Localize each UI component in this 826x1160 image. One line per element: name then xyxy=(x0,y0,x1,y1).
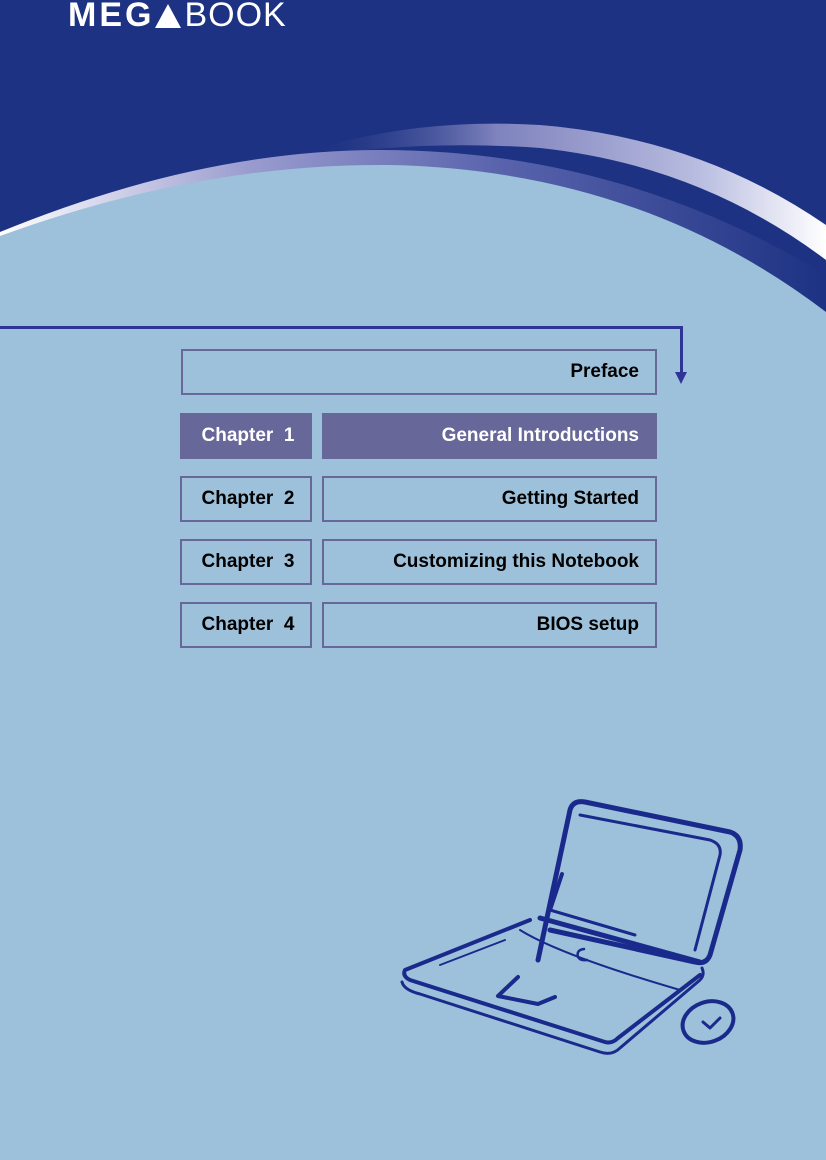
header-wave-background xyxy=(0,0,826,330)
laptop-icon xyxy=(400,799,743,1055)
chapter-label: Chapter 4 xyxy=(201,614,295,635)
arrow-down-icon xyxy=(675,372,687,384)
preface-link[interactable]: Preface xyxy=(181,349,657,395)
chapter-3-title-link[interactable]: Customizing this Notebook xyxy=(322,539,657,585)
chapter-label: Chapter 1 xyxy=(201,425,295,446)
chapter-3-button[interactable]: Chapter 3 xyxy=(180,539,312,585)
chapter-label: Chapter 3 xyxy=(201,551,295,572)
chapter-4-title-link[interactable]: BIOS setup xyxy=(322,602,657,648)
chapter-4-button[interactable]: Chapter 4 xyxy=(180,602,312,648)
chapter-2-button[interactable]: Chapter 2 xyxy=(180,476,312,522)
logo-triangle-icon xyxy=(155,4,182,28)
connector-line-vertical xyxy=(680,326,683,374)
chapter-2-title-link[interactable]: Getting Started xyxy=(322,476,657,522)
connector-line xyxy=(0,326,683,329)
chapter-label: Chapter 2 xyxy=(201,488,295,509)
logo-text-book: BOOK xyxy=(184,0,287,34)
chapter-title: General Introductions xyxy=(441,425,639,446)
chapter-1-title-link[interactable]: General Introductions xyxy=(322,413,657,459)
megabook-logo: MEG BOOK xyxy=(68,0,287,32)
chapter-title: Getting Started xyxy=(501,488,639,509)
logo-text-mega: MEG xyxy=(68,0,155,34)
preface-label: Preface xyxy=(570,361,639,382)
chapter-title: Customizing this Notebook xyxy=(393,551,639,572)
chapter-title: BIOS setup xyxy=(536,614,639,635)
chapter-1-button[interactable]: Chapter 1 xyxy=(180,413,312,459)
